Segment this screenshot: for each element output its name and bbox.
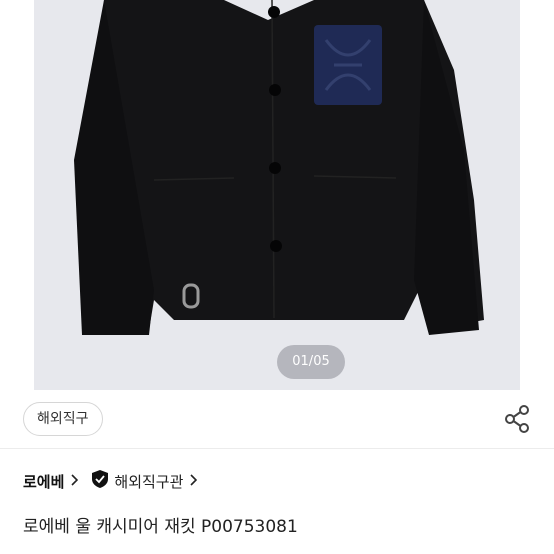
share-icon[interactable]: [503, 404, 531, 434]
product-image: [74, 0, 484, 335]
section-divider: [0, 448, 554, 449]
brand-link[interactable]: 로에베: [23, 471, 79, 492]
product-image-gallery[interactable]: 01/05: [34, 0, 520, 390]
official-store-label: 해외직구관: [114, 472, 184, 491]
chevron-right-icon: [70, 472, 79, 490]
product-title: 로에베 울 캐시미어 재킷 P00753081: [23, 517, 298, 537]
brand-name: 로에베: [23, 472, 65, 491]
image-counter: 01/05: [277, 345, 345, 379]
overseas-direct-tag[interactable]: 해외직구: [23, 402, 103, 436]
official-store-link[interactable]: 해외직구관: [92, 470, 198, 492]
verified-shield-icon: [92, 470, 109, 492]
chevron-right-icon: [189, 472, 198, 490]
brand-row: 로에베 해외직구관: [23, 468, 198, 494]
